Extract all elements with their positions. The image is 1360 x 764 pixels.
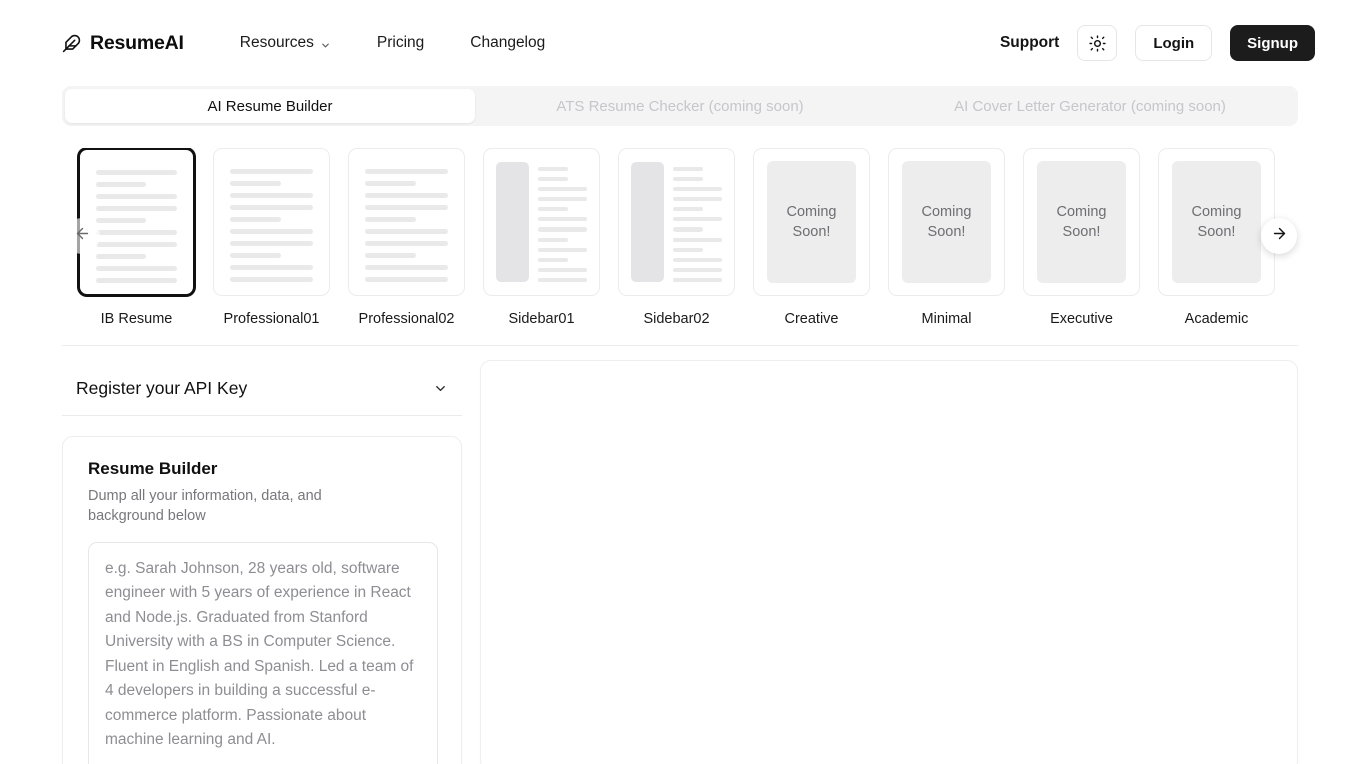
- template-label: Creative: [784, 311, 839, 327]
- template-thumb-academic[interactable]: Coming Soon!: [1158, 148, 1275, 296]
- coming-soon-badge: Coming Soon!: [1172, 161, 1261, 283]
- template-preview-lines: [673, 162, 722, 282]
- template-carousel-track: IB Resume Professional01 Professional02 …: [62, 148, 1298, 327]
- brand-logo[interactable]: ResumeAI: [62, 32, 184, 55]
- resume-info-textarea[interactable]: [88, 542, 438, 764]
- template-preview-sidebar-block: [631, 162, 664, 282]
- main-content: Register your API Key Resume Builder Dum…: [0, 360, 1360, 764]
- main-navigation: Resources Pricing Changelog: [240, 34, 545, 52]
- tab-ai-resume-builder[interactable]: AI Resume Builder: [65, 89, 475, 123]
- tab-ai-cover-letter-generator[interactable]: AI Cover Letter Generator (coming soon): [885, 89, 1295, 123]
- template-thumb-sidebar01[interactable]: [483, 148, 600, 296]
- template-item-academic[interactable]: Coming Soon! Academic: [1158, 148, 1275, 327]
- template-label: IB Resume: [100, 311, 173, 327]
- resume-builder-subtitle: Dump all your information, data, and bac…: [88, 488, 322, 524]
- api-key-accordion[interactable]: Register your API Key: [62, 360, 462, 416]
- template-item-professional02[interactable]: Professional02: [348, 148, 465, 327]
- api-key-accordion-title: Register your API Key: [76, 378, 248, 398]
- template-carousel: IB Resume Professional01 Professional02 …: [62, 126, 1298, 346]
- template-label: Professional01: [223, 311, 320, 327]
- nav-item-changelog[interactable]: Changelog: [470, 34, 545, 52]
- carousel-prev-button[interactable]: [64, 218, 100, 254]
- template-item-executive[interactable]: Coming Soon! Executive: [1023, 148, 1140, 327]
- template-label: Minimal: [921, 311, 972, 327]
- arrow-right-icon: [1271, 225, 1288, 247]
- mode-tabs: AI Resume Builder ATS Resume Checker (co…: [62, 86, 1298, 126]
- feather-pen-icon: [62, 34, 81, 53]
- resume-builder-title: Resume Builder: [88, 459, 218, 478]
- template-label: Professional02: [358, 311, 455, 327]
- tab-ats-resume-checker[interactable]: ATS Resume Checker (coming soon): [475, 89, 885, 123]
- template-label: Sidebar02: [643, 311, 710, 327]
- sun-icon: [1089, 34, 1106, 52]
- signup-button[interactable]: Signup: [1230, 25, 1315, 61]
- right-column: [480, 360, 1298, 764]
- nav-item-pricing[interactable]: Pricing: [377, 34, 424, 52]
- template-item-minimal[interactable]: Coming Soon! Minimal: [888, 148, 1005, 327]
- template-label: Academic: [1184, 311, 1249, 327]
- template-preview-lines: [230, 169, 313, 282]
- template-preview-lines: [538, 162, 587, 282]
- template-item-professional01[interactable]: Professional01: [213, 148, 330, 327]
- coming-soon-badge: Coming Soon!: [902, 161, 991, 283]
- chevron-down-icon: [433, 381, 448, 396]
- support-link[interactable]: Support: [1000, 34, 1059, 52]
- coming-soon-badge: Coming Soon!: [767, 161, 856, 283]
- chevron-down-icon: [320, 38, 331, 49]
- carousel-next-button[interactable]: [1261, 218, 1297, 254]
- arrow-left-icon: [74, 225, 91, 247]
- header-actions: Support Login Signup: [1000, 25, 1315, 61]
- nav-item-changelog-label: Changelog: [470, 34, 546, 51]
- template-preview-sidebar: [631, 162, 722, 282]
- resume-preview-panel[interactable]: [480, 360, 1298, 764]
- template-thumb-professional01[interactable]: [213, 148, 330, 296]
- template-item-sidebar01[interactable]: Sidebar01: [483, 148, 600, 327]
- nav-item-resources-label: Resources: [239, 34, 314, 51]
- theme-toggle-button[interactable]: [1077, 25, 1118, 61]
- template-preview-sidebar-block: [496, 162, 529, 282]
- template-item-sidebar02[interactable]: Sidebar02: [618, 148, 735, 327]
- template-label: Executive: [1050, 311, 1113, 327]
- login-button[interactable]: Login: [1135, 25, 1213, 61]
- template-item-creative[interactable]: Coming Soon! Creative: [753, 148, 870, 327]
- template-thumb-sidebar02[interactable]: [618, 148, 735, 296]
- nav-item-pricing-label: Pricing: [376, 34, 425, 51]
- template-label: Sidebar01: [508, 311, 575, 327]
- template-thumb-professional02[interactable]: [348, 148, 465, 296]
- brand-name: ResumeAI: [90, 31, 184, 54]
- template-thumb-executive[interactable]: Coming Soon!: [1023, 148, 1140, 296]
- template-thumb-creative[interactable]: Coming Soon!: [753, 148, 870, 296]
- template-thumb-ib-resume[interactable]: [78, 148, 195, 296]
- resume-builder-card: Resume Builder Dump all your information…: [62, 436, 462, 764]
- template-preview-lines: [365, 169, 448, 282]
- template-preview-sidebar: [496, 162, 587, 282]
- coming-soon-badge: Coming Soon!: [1037, 161, 1126, 283]
- left-column: Register your API Key Resume Builder Dum…: [62, 360, 462, 764]
- template-thumb-minimal[interactable]: Coming Soon!: [888, 148, 1005, 296]
- nav-item-resources[interactable]: Resources: [240, 34, 331, 52]
- site-header: ResumeAI Resources Pricing Changelog Sup…: [0, 0, 1360, 86]
- template-preview-lines: [96, 170, 177, 283]
